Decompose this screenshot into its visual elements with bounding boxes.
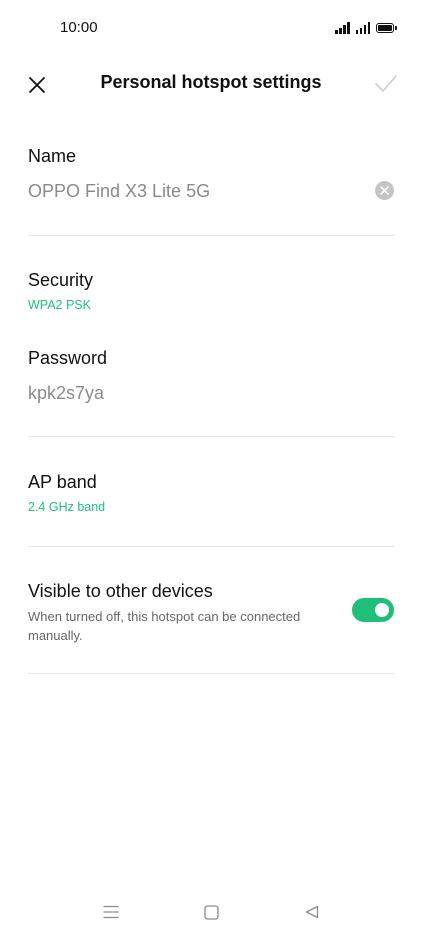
navigation-bar — [0, 890, 422, 934]
visibility-toggle[interactable] — [352, 598, 394, 622]
status-time: 10:00 — [60, 19, 98, 36]
confirm-button[interactable] — [370, 69, 402, 99]
signal-icon — [355, 22, 370, 34]
divider — [28, 546, 394, 547]
ap-band-value: 2.4 GHz band — [28, 500, 106, 514]
status-icons — [335, 20, 397, 34]
back-icon — [305, 905, 319, 919]
security-value: WPA2 PSK — [28, 298, 91, 312]
check-icon — [375, 75, 397, 92]
security-label: Security — [28, 270, 94, 290]
password-label: Password — [28, 348, 108, 368]
toggle-knob — [375, 603, 389, 617]
menu-button[interactable] — [99, 900, 123, 924]
visibility-label: Visible to other devices — [28, 581, 213, 601]
divider — [28, 235, 394, 236]
visibility-description: When turned off, this hotspot can be con… — [28, 609, 301, 643]
header: Personal hotspot settings — [0, 56, 422, 112]
password-input[interactable]: kpk2s7ya — [28, 383, 104, 404]
back-button[interactable] — [300, 900, 324, 924]
clear-button[interactable] — [375, 181, 394, 200]
divider — [28, 673, 394, 674]
battery-icon — [376, 23, 397, 33]
status-bar: 10:00 — [0, 0, 422, 56]
menu-icon — [103, 905, 119, 919]
divider — [28, 436, 394, 437]
name-input[interactable]: OPPO Find X3 Lite 5G — [28, 181, 358, 202]
home-button[interactable] — [199, 900, 223, 924]
clear-icon — [380, 186, 389, 195]
ap-band-label: AP band — [28, 472, 97, 492]
name-label: Name — [28, 146, 77, 166]
home-icon — [203, 904, 219, 920]
signal-icon — [335, 22, 350, 34]
page-title: Personal hotspot settings — [100, 72, 322, 92]
